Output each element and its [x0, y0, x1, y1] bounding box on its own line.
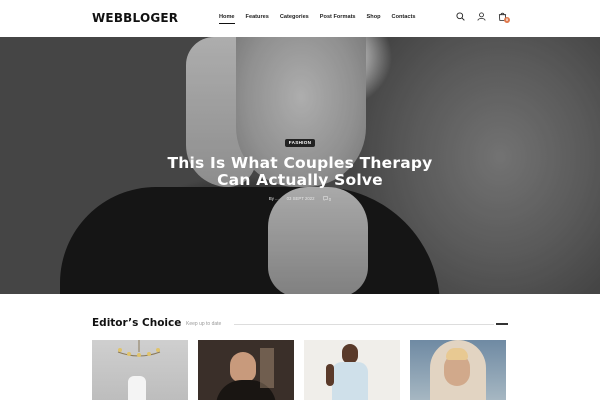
header-icons: 0 — [454, 10, 510, 23]
man-shirt-image — [332, 362, 368, 400]
comment-count[interactable]: 0 — [322, 196, 332, 202]
nav-categories[interactable]: Categories — [280, 14, 309, 20]
post-date: 03 SEPT 2022 — [286, 196, 315, 201]
nav-post-formats[interactable]: Post Formats — [320, 14, 356, 20]
hero-banner[interactable]: FASHION This Is What Couples Therapy Can… — [0, 37, 600, 294]
nav-features[interactable]: Features — [246, 14, 269, 20]
search-icon[interactable] — [454, 10, 466, 22]
nav-contacts[interactable]: Contacts — [392, 14, 416, 20]
section-divider — [234, 324, 494, 325]
editors-choice-header: Editor’s Choice Keep up to date — [92, 317, 508, 331]
post-card-image[interactable] — [92, 340, 188, 400]
cart-count-badge: 0 — [504, 17, 510, 23]
woman-hair-image — [446, 348, 468, 360]
hero-title-line-2[interactable]: Can Actually Solve — [0, 172, 600, 189]
comment-count-value: 0 — [328, 197, 332, 202]
section-divider-accent — [496, 323, 508, 325]
main-nav: Home Features Categories Post Formats Sh… — [219, 14, 426, 24]
post-card-image[interactable] — [198, 340, 294, 400]
light-beam-image — [260, 348, 274, 388]
user-icon[interactable] — [475, 10, 487, 22]
chandelier-image — [114, 340, 164, 362]
nav-shop[interactable]: Shop — [367, 14, 381, 20]
vase-image — [128, 376, 146, 400]
site-header: WEBBLOGER Home Features Categories Post … — [0, 0, 600, 37]
category-tag[interactable]: FASHION — [284, 138, 316, 147]
section-subtitle: Keep up to date — [186, 321, 222, 327]
portrait-face-image — [230, 352, 256, 382]
hero-title[interactable]: This Is What Couples Therapy Can Actuall… — [0, 155, 600, 189]
hero-title-line-1[interactable]: This Is What Couples Therapy — [0, 155, 600, 172]
comment-icon — [322, 196, 328, 202]
man-arm-image — [326, 364, 334, 386]
man-head-image — [342, 344, 358, 364]
post-author[interactable]: By ... — [269, 196, 279, 202]
nav-home[interactable]: Home — [219, 14, 235, 24]
post-card-image[interactable] — [410, 340, 506, 400]
cart-icon[interactable]: 0 — [496, 10, 510, 23]
section-title: Editor’s Choice — [92, 317, 182, 329]
editors-choice-grid — [92, 340, 508, 400]
site-logo[interactable]: WEBBLOGER — [92, 11, 178, 25]
post-card-image[interactable] — [304, 340, 400, 400]
post-meta: By ... 03 SEPT 2022 0 — [0, 196, 600, 202]
hero-content: FASHION This Is What Couples Therapy Can… — [0, 131, 600, 202]
